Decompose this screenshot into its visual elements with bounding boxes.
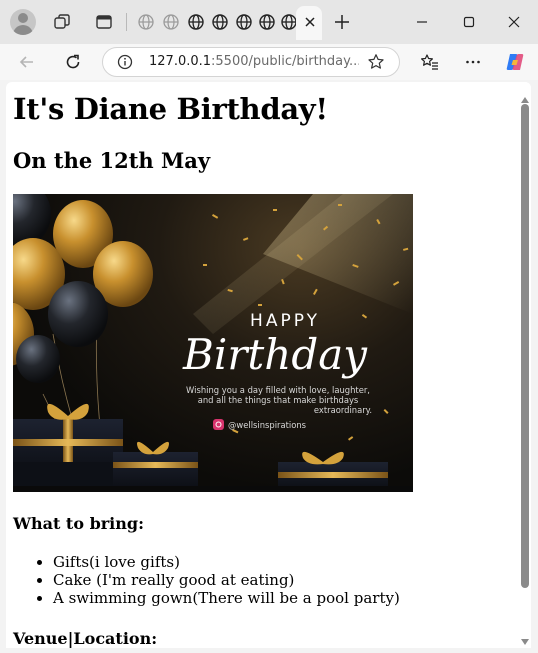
venue-heading: Venue|Location: (13, 629, 158, 648)
more-options-icon[interactable] (460, 49, 486, 75)
tab-globe-icon[interactable] (159, 10, 183, 34)
scroll-down-arrow-icon[interactable] (521, 630, 529, 648)
minimize-icon[interactable] (408, 8, 436, 36)
url-host: 127.0.0.1 (149, 54, 212, 69)
workspaces-icon[interactable] (50, 10, 74, 34)
reload-icon[interactable] (60, 49, 86, 75)
vertical-tabs-icon[interactable] (92, 10, 116, 34)
birthday-image: HAPPY Birthday Wishing you a day filled … (13, 194, 413, 492)
maximize-icon[interactable] (455, 8, 483, 36)
back-arrow-icon[interactable] (14, 49, 40, 75)
vertical-scrollbar[interactable] (518, 82, 531, 648)
favorites-icon[interactable] (417, 49, 443, 75)
profile-avatar[interactable] (10, 9, 36, 35)
profile-avatar-body (13, 25, 33, 35)
new-tab-icon[interactable] (330, 10, 354, 34)
window-close-icon[interactable] (500, 8, 528, 36)
site-info-icon[interactable] (117, 54, 133, 70)
copilot-icon[interactable] (502, 49, 528, 75)
close-tab-icon[interactable] (300, 12, 320, 32)
page-subtitle: On the 12th May (13, 148, 211, 173)
favorite-star-icon[interactable] (367, 53, 385, 71)
tab-globe-icon[interactable] (208, 10, 232, 34)
bring-list: Gifts(i love gifts) Cake (I'm really goo… (13, 553, 400, 607)
what-to-bring-heading: What to bring: (13, 514, 144, 533)
tab-globe-icon[interactable] (232, 10, 256, 34)
page-viewport: It's Diane Birthday! On the 12th May HAP… (6, 82, 531, 648)
tab-globe-icon[interactable] (255, 10, 279, 34)
happy-text: HAPPY (250, 311, 320, 331)
url-text[interactable]: 127.0.0.1:5500/public/birthday... (149, 54, 359, 69)
credit-text: @wellsinspirations (228, 420, 306, 430)
wish-line-1: Wishing you a day filled with love, laug… (186, 385, 370, 395)
list-item: A swimming gown(There will be a pool par… (53, 589, 400, 607)
profile-avatar-head (18, 13, 28, 23)
address-bar[interactable]: 127.0.0.1:5500/public/birthday... (102, 47, 400, 77)
wish-line-3: extraordinary. (314, 405, 372, 415)
tab-globe-icon[interactable] (184, 10, 208, 34)
birthday-image-art: HAPPY Birthday Wishing you a day filled … (13, 194, 413, 492)
url-path: :5500/public/birthday... (211, 54, 359, 69)
browser-toolbar: 127.0.0.1:5500/public/birthday... (0, 44, 538, 80)
tab-separator (126, 13, 127, 31)
instagram-icon (213, 419, 224, 430)
birthday-script-text: Birthday (182, 330, 368, 379)
tab-globe-icon[interactable] (134, 10, 158, 34)
list-item: Cake (I'm really good at eating) (53, 571, 400, 589)
scrollbar-thumb[interactable] (521, 104, 529, 588)
wish-line-2: and all the things that make birthdays (198, 395, 359, 405)
tab-strip (0, 0, 538, 44)
list-item: Gifts(i love gifts) (53, 553, 400, 571)
page-title: It's Diane Birthday! (13, 92, 328, 126)
